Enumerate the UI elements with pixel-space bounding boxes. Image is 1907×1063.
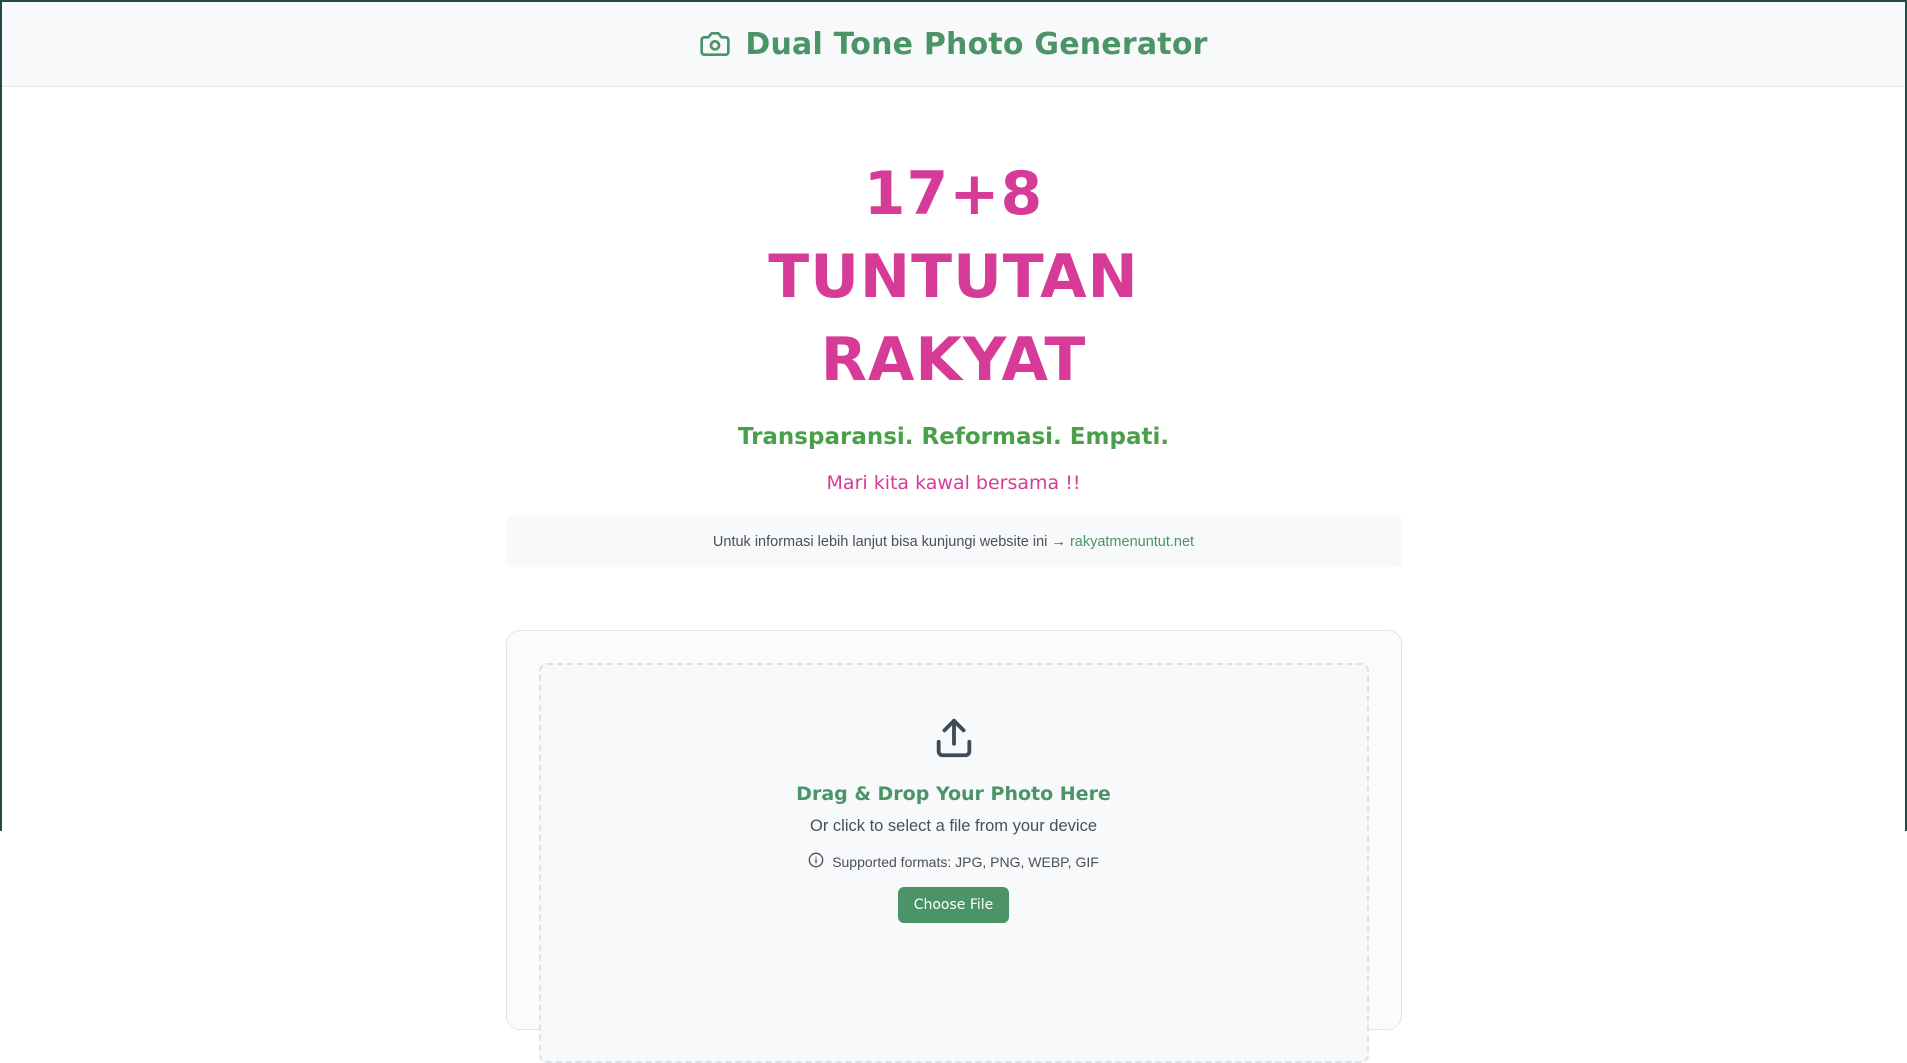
upload-card: Drag & Drop Your Photo Here Or click to … bbox=[505, 630, 1402, 1063]
hero-section: 17+8 TUNTUTAN RAKYAT Transparansi. Refor… bbox=[2, 153, 1905, 494]
camera-icon bbox=[699, 28, 731, 60]
hero-title: 17+8 TUNTUTAN RAKYAT bbox=[768, 159, 1139, 395]
drop-zone[interactable]: Drag & Drop Your Photo Here Or click to … bbox=[538, 663, 1369, 1063]
website-link[interactable]: rakyatmenuntut.net bbox=[1070, 534, 1194, 550]
app-header: Dual Tone Photo Generator bbox=[2, 2, 1905, 87]
info-text: Untuk informasi lebih lanjut bisa kunjun… bbox=[712, 533, 1066, 550]
info-icon bbox=[808, 852, 824, 871]
hero-tagline: Transparansi. Reformasi. Empati. bbox=[737, 424, 1170, 450]
upload-icon bbox=[931, 715, 977, 761]
supported-formats: Supported formats: JPG, PNG, WEBP, GIF bbox=[808, 852, 1099, 871]
info-banner: Untuk informasi lebih lanjut bisa kunjun… bbox=[505, 516, 1402, 567]
app-title: Dual Tone Photo Generator bbox=[745, 26, 1208, 62]
hero-subtitle: Mari kita kawal bersama !! bbox=[826, 472, 1081, 494]
drop-title: Drag & Drop Your Photo Here bbox=[796, 783, 1111, 805]
formats-text: Supported formats: JPG, PNG, WEBP, GIF bbox=[832, 853, 1099, 870]
drop-subtitle: Or click to select a file from your devi… bbox=[809, 817, 1097, 835]
choose-file-button[interactable]: Choose File bbox=[897, 887, 1010, 923]
